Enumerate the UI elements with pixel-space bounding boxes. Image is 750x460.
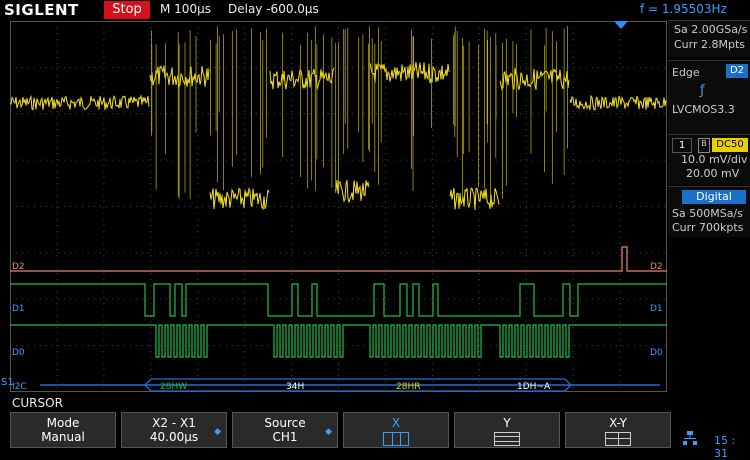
rising-edge-icon: ƒ — [700, 83, 705, 98]
decode-frame-3: 28HR — [396, 382, 420, 392]
y-cursor-icon — [494, 432, 520, 446]
digital-memory-depth: Curr 700kpts — [672, 221, 744, 234]
d1-label-right: D1 — [650, 304, 663, 314]
source-value: CH1 — [272, 430, 298, 444]
digital-label: Digital — [682, 190, 746, 204]
trigger-type: Edge — [672, 66, 700, 79]
right-info-panel: Sa 2.00GSa/s Curr 2.8Mpts Edge ƒ LVCMOS3… — [668, 20, 750, 400]
ch1-trace — [9, 26, 667, 211]
ch1-number: 1 — [672, 138, 692, 153]
delta-label: X2 - X1 — [152, 416, 196, 430]
d1-trace — [10, 283, 667, 317]
memory-depth: Curr 2.8Mpts — [674, 38, 746, 51]
bandwidth-limit-icon: B — [698, 138, 710, 153]
i2c-decode-bus: I2C 28HW 34H 28HR 1DH~A — [12, 378, 660, 392]
decode-frame-1: 28HW — [160, 382, 187, 392]
mode-softkey[interactable]: Mode Manual — [10, 412, 116, 448]
delay-readout[interactable]: Delay -600.0μs — [228, 2, 319, 16]
d2-label-right: D2 — [650, 262, 663, 272]
source-softkey[interactable]: Source CH1 ◆ — [232, 412, 338, 448]
x-label: X — [391, 416, 401, 430]
d0-label: D0 — [12, 348, 25, 358]
adjust-arrow-icon: ◆ — [214, 427, 221, 437]
frequency-counter: f = 1.95503Hz — [640, 2, 727, 16]
mode-label: Mode — [46, 416, 80, 430]
ch1-scale: 10.0 mV/div — [681, 153, 748, 166]
ch1-coupling: DC50 — [712, 138, 748, 152]
run-stop-indicator[interactable]: Stop — [104, 1, 150, 19]
xy-cursor-icon — [605, 432, 631, 446]
d0-label-right: D0 — [650, 348, 663, 358]
x-cursor-icon — [383, 432, 409, 446]
i2c-bus-label: I2C — [12, 382, 27, 392]
trigger-source: D2 — [726, 64, 748, 78]
delta-softkey[interactable]: X2 - X1 40.00μs ◆ — [121, 412, 227, 448]
xy-cursor-softkey[interactable]: X-Y — [565, 412, 671, 448]
sample-rate: Sa 2.00GSa/s — [674, 23, 748, 36]
xy-label: X-Y — [609, 416, 627, 430]
trigger-position-marker — [614, 21, 628, 29]
adjust-arrow-icon: ◆ — [325, 427, 332, 437]
delta-value: 40.00μs — [149, 430, 199, 444]
x-cursor-softkey[interactable]: X — [343, 412, 449, 448]
decode-frame-2: 34H — [286, 382, 304, 392]
menu-title: CURSOR — [12, 396, 63, 410]
timebase-readout[interactable]: M 100μs — [160, 2, 211, 16]
waveform-display[interactable]: D2 D2 D1 D1 D0 D0 I2C 28HW 34H 28HR 1DH~… — [4, 21, 667, 392]
digital-sample-rate: Sa 500MSa/s — [672, 207, 743, 220]
clock: 15 : 31 — [714, 434, 736, 460]
ch1-offset: 20.00 mV — [686, 167, 740, 180]
trigger-level: LVCMOS3.3 — [672, 103, 735, 116]
source-label: Source — [264, 416, 306, 430]
bus-marker: S1 — [1, 377, 14, 388]
network-icon — [683, 431, 697, 445]
y-cursor-softkey[interactable]: Y — [454, 412, 560, 448]
mode-value: Manual — [41, 430, 85, 444]
acquisition-box[interactable]: Sa 2.00GSa/s Curr 2.8Mpts — [668, 20, 750, 57]
waveform-canvas: D2 D2 D1 D1 D0 D0 I2C 28HW 34H 28HR 1DH~… — [4, 21, 667, 392]
brand-logo: SIGLENT — [4, 1, 79, 19]
y-label: Y — [503, 416, 511, 430]
decode-frame-4: 1DH~A — [517, 382, 551, 392]
d1-label: D1 — [12, 304, 25, 314]
d2-label: D2 — [12, 262, 25, 272]
d0-trace — [10, 324, 667, 358]
